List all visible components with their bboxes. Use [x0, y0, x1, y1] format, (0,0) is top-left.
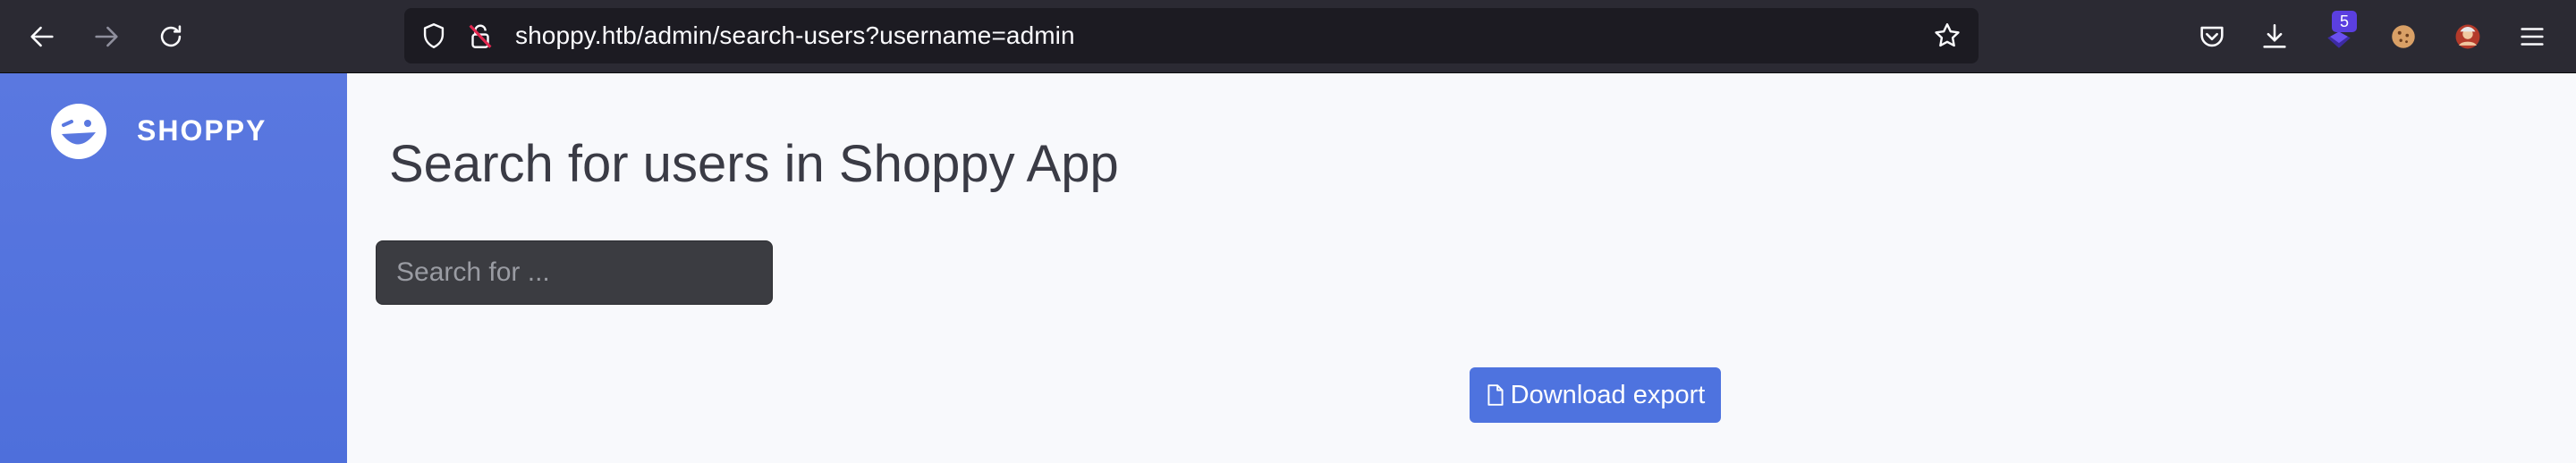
hamburger-menu-icon — [2521, 28, 2544, 46]
cookie-extension-button[interactable] — [2385, 18, 2422, 55]
avatar-icon — [2455, 24, 2480, 49]
back-button[interactable] — [23, 18, 61, 55]
download-icon — [2263, 23, 2286, 48]
extension-badge: 5 — [2332, 11, 2357, 32]
sidebar: SHOPPY — [0, 73, 347, 463]
forward-arrow-icon — [95, 26, 118, 47]
shield-icon[interactable] — [419, 21, 449, 51]
page-title: Search for users in Shoppy App — [389, 135, 1119, 193]
brand-name[interactable]: SHOPPY — [137, 114, 267, 147]
star-bookmark-icon[interactable] — [1932, 21, 1962, 51]
back-arrow-icon — [30, 26, 54, 47]
reload-button[interactable] — [152, 18, 190, 55]
forward-button[interactable] — [88, 18, 125, 55]
url-bar[interactable]: shoppy.htb/admin/search-users?username=a… — [404, 8, 1979, 63]
browser-toolbar: shoppy.htb/admin/search-users?username=a… — [0, 0, 2576, 73]
file-icon — [1487, 384, 1504, 406]
pocket-button[interactable] — [2193, 18, 2231, 55]
lock-warning-icon[interactable] — [465, 21, 496, 51]
search-input[interactable] — [376, 240, 773, 305]
profile-button[interactable] — [2449, 18, 2487, 55]
reload-icon — [160, 25, 182, 47]
downloads-button[interactable] — [2256, 18, 2293, 55]
cookie-icon — [2392, 25, 2415, 48]
laughing-wink-icon[interactable] — [49, 102, 108, 161]
pocket-icon — [2200, 26, 2224, 47]
download-export-button[interactable]: Download export — [1470, 367, 1721, 423]
download-export-label: Download export — [1510, 380, 1706, 409]
url-text[interactable]: shoppy.htb/admin/search-users?username=a… — [515, 8, 1075, 63]
app-menu-button[interactable] — [2513, 18, 2551, 55]
